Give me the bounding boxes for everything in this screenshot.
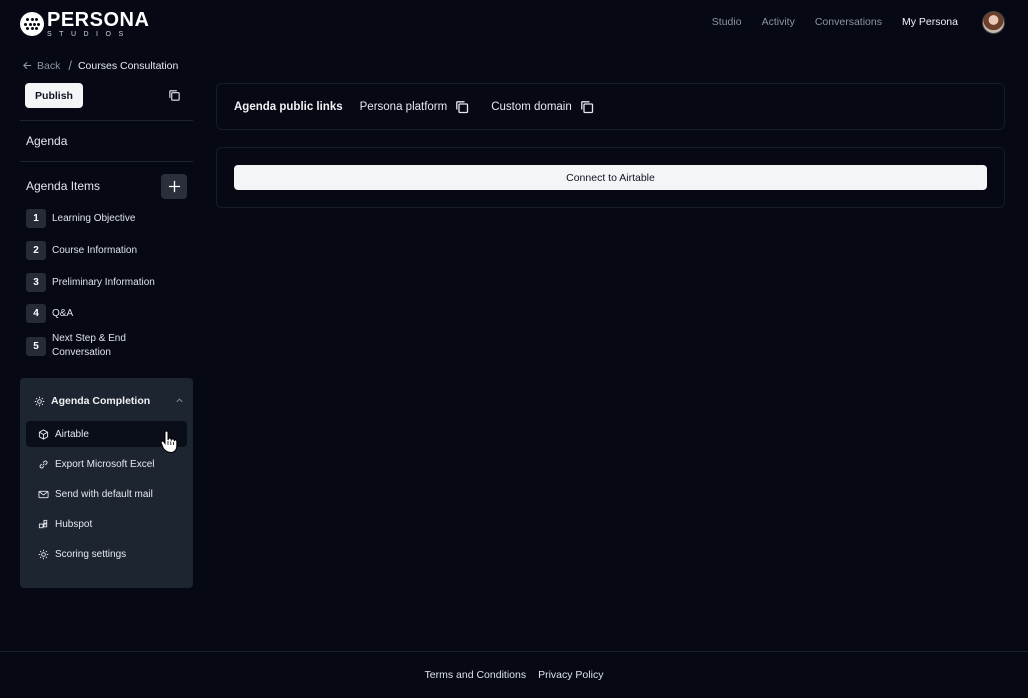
nav-studio[interactable]: Studio bbox=[712, 16, 742, 28]
completion-item-hubspot[interactable]: Hubspot bbox=[26, 511, 187, 537]
copy-icon[interactable] bbox=[455, 100, 469, 114]
back-label: Back bbox=[37, 59, 61, 72]
breadcrumb-current: Courses Consultation bbox=[77, 59, 179, 72]
agenda-items-title: Agenda Items bbox=[26, 179, 101, 193]
airtable-card: Connect to Airtable bbox=[216, 147, 1005, 208]
breadcrumb: Back / Courses Consultation bbox=[22, 58, 178, 73]
item-label: Preliminary Information bbox=[52, 276, 155, 288]
privacy-link[interactable]: Privacy Policy bbox=[538, 669, 603, 681]
gear-icon bbox=[38, 549, 49, 559]
connect-airtable-button[interactable]: Connect to Airtable bbox=[234, 165, 987, 190]
custom-domain-label: Custom domain bbox=[491, 100, 572, 113]
breadcrumb-separator: / bbox=[68, 58, 72, 73]
agenda-title[interactable]: Agenda bbox=[26, 134, 67, 148]
item-number: 2 bbox=[26, 241, 46, 260]
cube-icon bbox=[38, 428, 49, 440]
copy-icon[interactable] bbox=[168, 89, 182, 103]
add-agenda-item-button[interactable] bbox=[161, 174, 187, 199]
publish-button[interactable]: Publish bbox=[25, 83, 83, 108]
item-number: 4 bbox=[26, 304, 46, 323]
hubspot-icon bbox=[38, 519, 48, 528]
completion-item-label: Airtable bbox=[55, 428, 89, 440]
agenda-completion-toggle[interactable]: Agenda Completion bbox=[34, 395, 184, 407]
footer: Terms and Conditions Privacy Policy bbox=[0, 651, 1028, 698]
avatar[interactable] bbox=[982, 11, 1005, 34]
public-links-title: Agenda public links bbox=[234, 100, 343, 113]
completion-item-excel[interactable]: Export Microsoft Excel bbox=[26, 451, 187, 477]
back-link[interactable]: Back bbox=[22, 60, 60, 72]
gear-icon bbox=[34, 396, 45, 406]
divider bbox=[20, 161, 193, 162]
chevron-up-icon bbox=[176, 398, 183, 403]
agenda-completion-title: Agenda Completion bbox=[51, 395, 151, 407]
persona-platform-link: Persona platform bbox=[360, 100, 470, 114]
agenda-item[interactable]: 5 Next Step & End Conversation bbox=[26, 332, 191, 360]
copy-icon[interactable] bbox=[580, 100, 594, 114]
completion-item-scoring[interactable]: Scoring settings bbox=[26, 541, 187, 567]
completion-item-label: Export Microsoft Excel bbox=[55, 458, 155, 470]
terms-link[interactable]: Terms and Conditions bbox=[425, 669, 527, 681]
agenda-completion-panel: Agenda Completion Airtable Export Micros… bbox=[20, 378, 193, 588]
item-label: Learning Objective bbox=[52, 212, 136, 224]
nav-conversations[interactable]: Conversations bbox=[815, 16, 882, 28]
arrow-left-icon bbox=[23, 61, 32, 70]
logo-main-text: PERSONA bbox=[47, 9, 150, 31]
agenda-item[interactable]: 1 Learning Objective bbox=[26, 209, 191, 228]
item-number: 3 bbox=[26, 273, 46, 292]
agenda-item[interactable]: 3 Preliminary Information bbox=[26, 273, 191, 292]
main-nav: Studio Activity Conversations My Persona bbox=[712, 16, 958, 28]
item-number: 5 bbox=[26, 336, 46, 356]
link-icon bbox=[39, 460, 48, 468]
top-bar: PERSONA STUDIOS Studio Activity Conversa… bbox=[0, 0, 1028, 44]
divider bbox=[20, 120, 193, 121]
hand-cursor-icon bbox=[160, 430, 178, 454]
agenda-item[interactable]: 4 Q&A bbox=[26, 304, 191, 323]
item-label: Next Step & End Conversation bbox=[52, 333, 126, 358]
completion-item-label: Send with default mail bbox=[55, 488, 153, 500]
completion-item-label: Hubspot bbox=[55, 518, 93, 530]
completion-item-mail[interactable]: Send with default mail bbox=[26, 481, 187, 507]
persona-studios-logo[interactable]: PERSONA STUDIOS bbox=[20, 10, 149, 38]
nav-activity[interactable]: Activity bbox=[762, 16, 795, 28]
logo-sub-text: STUDIOS bbox=[47, 31, 131, 38]
persona-platform-label: Persona platform bbox=[359, 100, 448, 113]
custom-domain-link: Custom domain bbox=[491, 100, 594, 114]
nav-my-persona[interactable]: My Persona bbox=[902, 16, 958, 28]
public-links-card: Agenda public links Persona platform Cus… bbox=[216, 83, 1005, 130]
mail-icon bbox=[38, 490, 49, 498]
logo-mark-icon bbox=[20, 12, 44, 36]
item-label: Q&A bbox=[52, 307, 74, 319]
completion-item-label: Scoring settings bbox=[55, 548, 127, 560]
item-number: 1 bbox=[26, 209, 46, 228]
agenda-item[interactable]: 2 Course Information bbox=[26, 241, 191, 260]
plus-icon bbox=[168, 180, 180, 193]
item-label: Course Information bbox=[52, 244, 138, 256]
